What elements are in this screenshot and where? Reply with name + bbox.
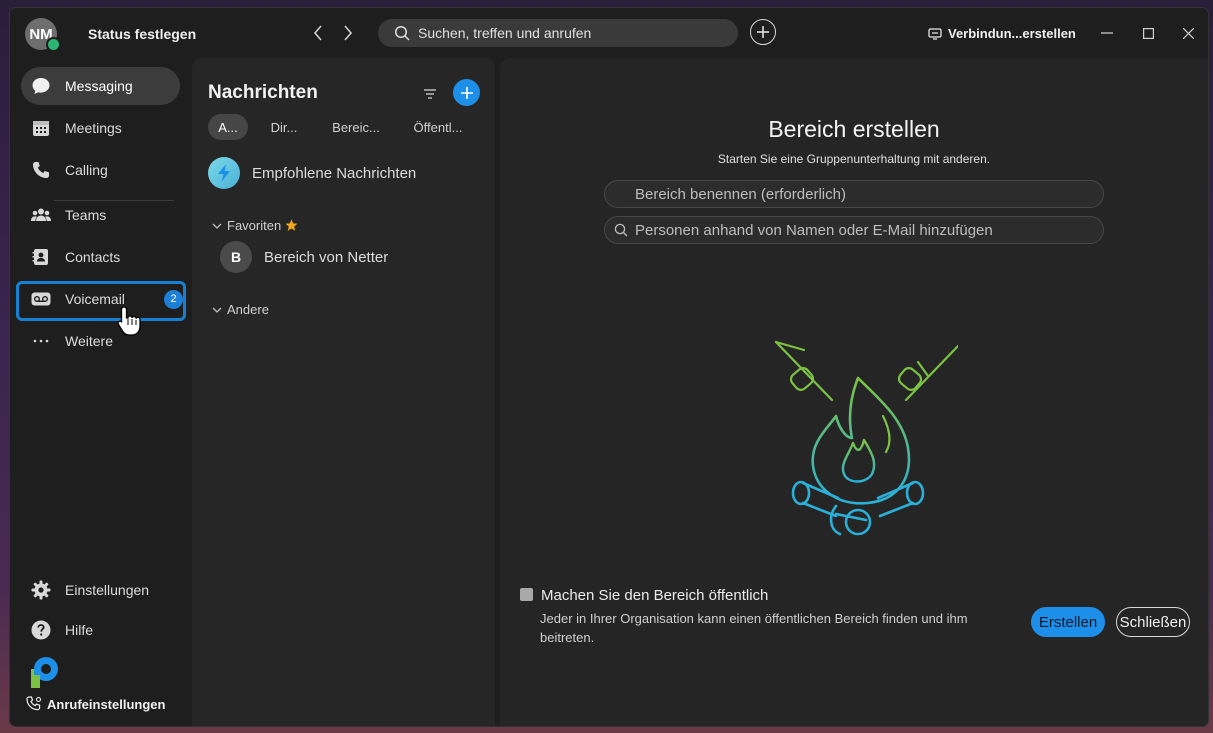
sidebar-item-label: Hilfe (65, 622, 94, 638)
more-icon (31, 331, 51, 351)
search-input[interactable]: Suchen, treffen und anrufen (378, 19, 738, 47)
space-name-field[interactable]: Bereich benennen (erforderlich) (604, 180, 1104, 208)
close-window-icon[interactable] (1176, 22, 1200, 44)
focus-highlight (16, 281, 186, 321)
tab-spaces[interactable]: Bereic... (326, 114, 386, 140)
campfire-illustration (758, 338, 960, 553)
sidebar-item-messaging[interactable]: Messaging (21, 67, 180, 105)
sidebar-item-label: Calling (65, 162, 108, 178)
recommended-messages-label: Empfohlene Nachrichten (252, 164, 417, 182)
screen-icon (928, 27, 942, 40)
minimize-icon[interactable] (1095, 22, 1119, 44)
close-button[interactable]: Schließen (1116, 607, 1190, 637)
plus-icon (757, 26, 769, 38)
messages-title: Nachrichten (208, 82, 318, 103)
other-label: Andere (227, 302, 269, 317)
chat-icon (31, 76, 51, 96)
space-name: Bereich von Netter (264, 248, 389, 266)
call-settings-label: Anrufeinstellungen (47, 696, 166, 712)
star-icon (285, 219, 298, 231)
sidebar-item-calling[interactable]: Calling (21, 151, 180, 189)
hand-cursor-icon (116, 305, 144, 342)
page-subtitle: Starten Sie eine Gruppenunterhaltung mit… (717, 152, 991, 166)
favorites-label: Favoriten (227, 218, 282, 233)
sidebar: Messaging Meetings Calling Teams Contact… (10, 58, 190, 726)
plus-icon (460, 86, 473, 99)
search-icon (614, 223, 628, 237)
add-people-placeholder: Personen anhand von Namen oder E-Mail hi… (635, 221, 993, 239)
public-space-description: Jeder in Ihrer Organisation kann einen ö… (540, 611, 968, 645)
sidebar-item-label: Teams (65, 207, 107, 223)
tab-all[interactable]: A... (208, 114, 248, 140)
help-icon (31, 620, 51, 640)
contacts-icon (31, 247, 51, 267)
sidebar-item-label: Messaging (65, 78, 133, 94)
sidebar-item-help[interactable]: Hilfe (21, 614, 181, 646)
favorites-section-toggle[interactable]: Favoriten (212, 218, 298, 233)
public-space-checkbox[interactable] (520, 588, 533, 601)
sidebar-item-label: Contacts (65, 249, 121, 265)
call-settings-button[interactable]: Anrufeinstellungen (26, 696, 165, 712)
title-bar: NM Status festlegen Suchen, treffen und … (10, 8, 1208, 58)
space-avatar: B (220, 241, 252, 273)
sidebar-item-contacts[interactable]: Contacts (21, 238, 180, 276)
chevron-down-icon (212, 223, 222, 229)
add-people-field[interactable]: Personen anhand von Namen oder E-Mail hi… (604, 216, 1104, 244)
brand-logo-icon (30, 655, 62, 694)
set-status-button[interactable]: Status festlegen (88, 26, 196, 42)
phone-settings-icon (26, 696, 42, 711)
people-icon (31, 205, 51, 225)
space-name-placeholder: Bereich benennen (erforderlich) (635, 185, 846, 203)
connect-device-button[interactable]: Verbindun...erstellen (928, 26, 1076, 41)
recommended-messages-item[interactable]: Empfohlene Nachrichten (208, 156, 488, 190)
sidebar-item-label: Einstellungen (65, 582, 150, 598)
sidebar-item-meetings[interactable]: Meetings (21, 109, 180, 147)
presence-indicator (46, 37, 61, 52)
new-action-button[interactable] (750, 19, 776, 45)
sidebar-item-settings[interactable]: Einstellungen (21, 574, 181, 606)
public-space-label: Machen Sie den Bereich öffentlich (541, 587, 769, 604)
page-title: Bereich erstellen (768, 116, 940, 142)
back-arrow-icon[interactable] (308, 22, 328, 44)
maximize-icon[interactable] (1136, 22, 1160, 44)
other-section-toggle[interactable]: Andere (212, 302, 269, 317)
chevron-down-icon (212, 307, 222, 313)
gear-icon (31, 580, 51, 600)
lightning-icon (208, 157, 240, 189)
search-icon (394, 25, 410, 41)
filter-icon[interactable] (424, 86, 436, 104)
create-space-panel: Bereich erstellen Starten Sie eine Grupp… (500, 58, 1208, 726)
sidebar-item-label: Meetings (65, 120, 122, 136)
new-message-button[interactable] (453, 79, 480, 106)
calendar-icon (31, 118, 51, 138)
search-placeholder: Suchen, treffen und anrufen (418, 25, 592, 41)
sidebar-item-teams[interactable]: Teams (21, 196, 180, 234)
phone-icon (31, 160, 51, 180)
space-list-item[interactable]: B Bereich von Netter (220, 241, 388, 273)
connect-label: Verbindun...erstellen (948, 26, 1076, 41)
tab-public[interactable]: Öffentl... (406, 114, 470, 140)
sidebar-item-label: Weitere (65, 333, 113, 349)
app-window: NM Status festlegen Suchen, treffen und … (10, 8, 1208, 726)
sidebar-item-more[interactable]: Weitere (21, 322, 180, 360)
tab-direct[interactable]: Dir... (264, 114, 304, 140)
create-button[interactable]: Erstellen (1031, 607, 1105, 637)
forward-arrow-icon[interactable] (338, 22, 358, 44)
messages-panel: Nachrichten A... Dir... Bereic... Öffent… (192, 58, 495, 726)
